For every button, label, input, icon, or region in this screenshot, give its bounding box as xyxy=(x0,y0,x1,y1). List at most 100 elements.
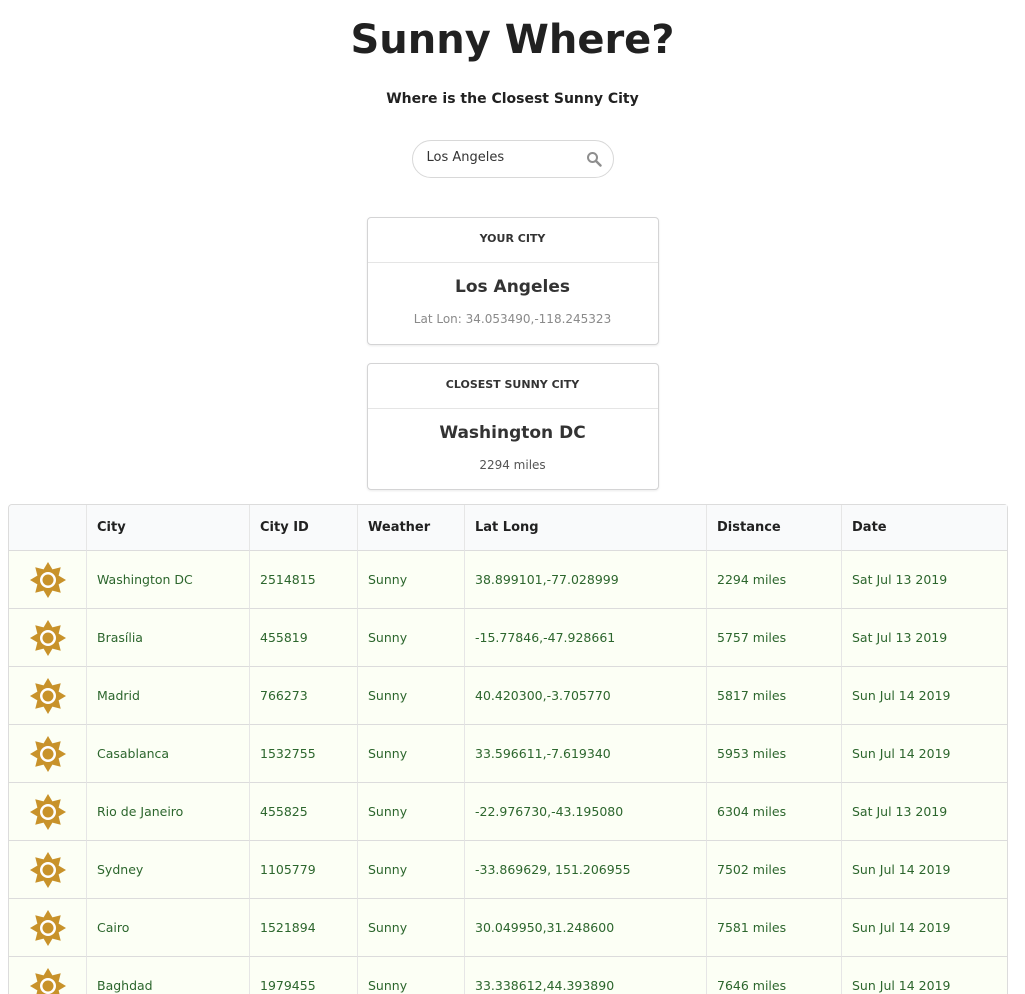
date-cell: Sat Jul 13 2019 xyxy=(841,783,1007,841)
table-body: Washington DC 2514815 Sunny 38.899101,-7… xyxy=(9,551,1007,994)
column-header-icon xyxy=(9,505,86,551)
weather-icon-cell xyxy=(9,899,86,957)
table-row: Washington DC 2514815 Sunny 38.899101,-7… xyxy=(9,551,1007,609)
city-id-cell: 1532755 xyxy=(249,725,357,783)
lat-long-cell: 33.338612,44.393890 xyxy=(464,957,706,994)
lat-long-cell: 33.596611,-7.619340 xyxy=(464,725,706,783)
sun-icon xyxy=(29,851,66,888)
city-cell: Rio de Janeiro xyxy=(86,783,249,841)
column-header-city-id: City ID xyxy=(249,505,357,551)
sun-icon xyxy=(29,967,66,994)
page-subtitle: Where is the Closest Sunny City xyxy=(386,91,639,107)
lat-long-cell: -22.976730,-43.195080 xyxy=(464,783,706,841)
distance-cell: 6304 miles xyxy=(706,783,841,841)
sun-icon xyxy=(29,677,66,714)
closest-city-header: CLOSEST SUNNY CITY xyxy=(367,364,658,409)
your-city-body: Los Angeles Lat Lon: 34.053490,-118.2453… xyxy=(368,263,658,332)
table-row: Madrid 766273 Sunny 40.420300,-3.705770 … xyxy=(9,667,1007,725)
city-cell: Cairo xyxy=(86,899,249,957)
results-table: City City ID Weather Lat Long Distance D… xyxy=(8,504,1008,994)
date-cell: Sun Jul 14 2019 xyxy=(841,667,1007,725)
distance-cell: 7502 miles xyxy=(706,841,841,899)
weather-icon-cell xyxy=(9,667,86,725)
column-header-lat-long: Lat Long xyxy=(464,505,706,551)
weather-cell: Sunny xyxy=(357,667,464,725)
column-header-distance: Distance xyxy=(706,505,841,551)
your-city-card: YOUR CITY Los Angeles Lat Lon: 34.053490… xyxy=(366,217,659,345)
column-header-city: City xyxy=(86,505,249,551)
your-city-latlon: Lat Lon: 34.053490,-118.245323 xyxy=(413,312,612,326)
city-id-cell: 1979455 xyxy=(249,957,357,994)
distance-cell: 5953 miles xyxy=(706,725,841,783)
weather-icon-cell xyxy=(9,957,86,994)
weather-icon-cell xyxy=(9,609,86,667)
table-row: Cairo 1521894 Sunny 30.049950,31.248600 … xyxy=(9,899,1007,957)
weather-icon-cell xyxy=(9,783,86,841)
city-cell: Brasília xyxy=(86,609,249,667)
date-cell: Sun Jul 14 2019 xyxy=(841,957,1007,994)
city-cell: Sydney xyxy=(86,841,249,899)
lat-long-cell: 40.420300,-3.705770 xyxy=(464,667,706,725)
date-cell: Sun Jul 14 2019 xyxy=(841,725,1007,783)
weather-icon-cell xyxy=(9,551,86,609)
table-row: Sydney 1105779 Sunny -33.869629, 151.206… xyxy=(9,841,1007,899)
column-header-weather: Weather xyxy=(357,505,464,551)
city-cell: Casablanca xyxy=(86,725,249,783)
column-header-date: Date xyxy=(841,505,1007,551)
closest-city-distance: 2294 miles xyxy=(479,458,546,472)
weather-cell: Sunny xyxy=(357,609,464,667)
distance-cell: 7581 miles xyxy=(706,899,841,957)
page-header: Sunny Where? Where is the Closest Sunny … xyxy=(0,0,1025,107)
sun-icon xyxy=(29,735,66,772)
date-cell: Sun Jul 14 2019 xyxy=(841,841,1007,899)
your-city-header: YOUR CITY xyxy=(367,218,658,263)
search-icon[interactable] xyxy=(586,151,602,167)
date-cell: Sat Jul 13 2019 xyxy=(841,551,1007,609)
table-header-row: City City ID Weather Lat Long Distance D… xyxy=(9,505,1007,551)
city-id-cell: 1105779 xyxy=(249,841,357,899)
closest-city-card: CLOSEST SUNNY CITY Washington DC 2294 mi… xyxy=(366,363,659,490)
city-cell: Baghdad xyxy=(86,957,249,994)
weather-icon-cell xyxy=(9,725,86,783)
city-id-cell: 766273 xyxy=(249,667,357,725)
date-cell: Sun Jul 14 2019 xyxy=(841,899,1007,957)
city-id-cell: 1521894 xyxy=(249,899,357,957)
sun-icon xyxy=(29,561,66,598)
results-table-container: City City ID Weather Lat Long Distance D… xyxy=(8,504,1008,994)
table-row: Casablanca 1532755 Sunny 33.596611,-7.61… xyxy=(9,725,1007,783)
table-row: Rio de Janeiro 455825 Sunny -22.976730,-… xyxy=(9,783,1007,841)
table-row: Baghdad 1979455 Sunny 33.338612,44.39389… xyxy=(9,957,1007,994)
distance-cell: 5817 miles xyxy=(706,667,841,725)
search-box xyxy=(411,140,614,178)
distance-cell: 5757 miles xyxy=(706,609,841,667)
table-row: Brasília 455819 Sunny -15.77846,-47.9286… xyxy=(9,609,1007,667)
page-title: Sunny Where? xyxy=(350,17,675,63)
search-container xyxy=(0,140,1025,178)
lat-long-cell: -33.869629, 151.206955 xyxy=(464,841,706,899)
city-id-cell: 455825 xyxy=(249,783,357,841)
distance-cell: 2294 miles xyxy=(706,551,841,609)
city-id-cell: 455819 xyxy=(249,609,357,667)
city-cell: Washington DC xyxy=(86,551,249,609)
your-city-name: Los Angeles xyxy=(455,277,570,297)
weather-cell: Sunny xyxy=(357,841,464,899)
city-cell: Madrid xyxy=(86,667,249,725)
sun-icon xyxy=(29,619,66,656)
lat-long-cell: 38.899101,-77.028999 xyxy=(464,551,706,609)
closest-city-body: Washington DC 2294 miles xyxy=(368,409,658,478)
distance-cell: 7646 miles xyxy=(706,957,841,994)
weather-cell: Sunny xyxy=(357,783,464,841)
closest-city-name: Washington DC xyxy=(439,423,586,443)
search-input[interactable] xyxy=(426,150,577,165)
date-cell: Sat Jul 13 2019 xyxy=(841,609,1007,667)
weather-icon-cell xyxy=(9,841,86,899)
lat-long-cell: -15.77846,-47.928661 xyxy=(464,609,706,667)
weather-cell: Sunny xyxy=(357,899,464,957)
weather-cell: Sunny xyxy=(357,725,464,783)
sun-icon xyxy=(29,909,66,946)
city-id-cell: 2514815 xyxy=(249,551,357,609)
sun-icon xyxy=(29,793,66,830)
weather-cell: Sunny xyxy=(357,957,464,994)
weather-cell: Sunny xyxy=(357,551,464,609)
lat-long-cell: 30.049950,31.248600 xyxy=(464,899,706,957)
